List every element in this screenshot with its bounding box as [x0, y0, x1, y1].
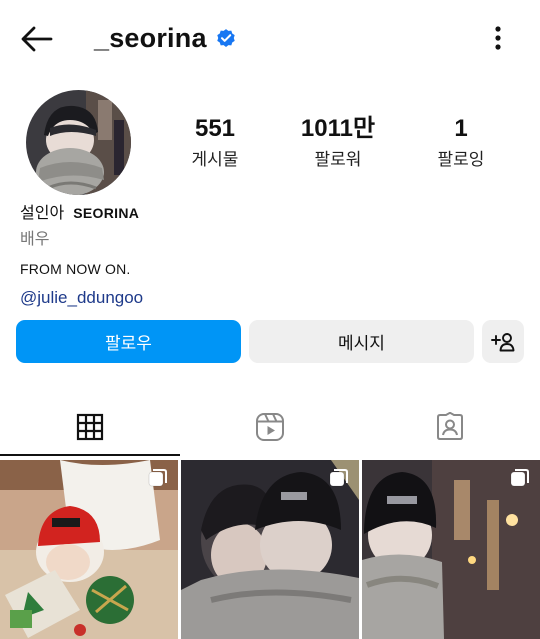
bio-name: 설인아: [20, 203, 65, 222]
posts-count-value: 551: [194, 115, 236, 142]
posts-count-label: 게시물: [191, 150, 239, 170]
post-thumbnail-1[interactable]: [0, 460, 178, 639]
followers-count[interactable]: 1011만 팔로워: [278, 112, 398, 174]
arrow-left-icon: [21, 26, 53, 52]
bio-name-row: 설인아 SEORINA: [20, 200, 520, 226]
profile-bio: 설인아 SEORINA 배우 FROM NOW ON. @julie_ddung…: [20, 200, 520, 312]
multiple-photos-icon: [510, 469, 529, 487]
verified-badge-icon: [216, 29, 235, 47]
back-button[interactable]: [18, 20, 56, 58]
profile-tabs: [0, 398, 540, 458]
tab-posts-grid[interactable]: [0, 398, 180, 456]
follow-button[interactable]: 팔로우: [16, 320, 241, 363]
message-button[interactable]: 메시지: [249, 320, 474, 363]
post-thumbnail-2[interactable]: [181, 460, 359, 639]
message-button-label: 메시지: [338, 334, 385, 354]
add-person-icon: [491, 332, 515, 351]
following-count-value: 1: [454, 115, 468, 142]
more-options-button[interactable]: [484, 20, 512, 56]
following-count-label: 팔로잉: [437, 150, 485, 170]
tagged-icon: [437, 412, 463, 440]
post-thumbnail-3[interactable]: [362, 460, 540, 639]
tab-tagged[interactable]: [360, 398, 540, 456]
follow-button-label: 팔로우: [105, 334, 152, 354]
grid-icon: [76, 413, 104, 441]
profile-username-row: _seorina: [94, 18, 237, 58]
top-bar: _seorina: [0, 0, 540, 78]
profile-username: _seorina: [94, 22, 207, 53]
followers-count-value: 1011만: [300, 115, 376, 142]
multiple-photos-icon: [329, 469, 348, 487]
followers-count-label: 팔로워: [314, 150, 362, 170]
suggest-people-button[interactable]: [482, 320, 524, 363]
profile-avatar[interactable]: [26, 90, 131, 195]
more-vertical-icon: [495, 26, 501, 50]
active-tab-indicator: [0, 454, 180, 456]
posts-count[interactable]: 551 게시물: [155, 112, 275, 174]
bio-mention-link[interactable]: @julie_ddungoo: [20, 284, 520, 312]
bio-text: FROM NOW ON.: [20, 261, 131, 277]
avatar-photo: [26, 90, 131, 195]
bio-name-en: SEORINA: [73, 205, 140, 221]
reels-icon: [256, 413, 284, 441]
tab-reels[interactable]: [180, 398, 360, 456]
following-count[interactable]: 1 팔로잉: [401, 112, 521, 174]
posts-grid: [0, 460, 540, 639]
bio-category: 배우: [20, 229, 50, 248]
multiple-photos-icon: [148, 469, 167, 487]
